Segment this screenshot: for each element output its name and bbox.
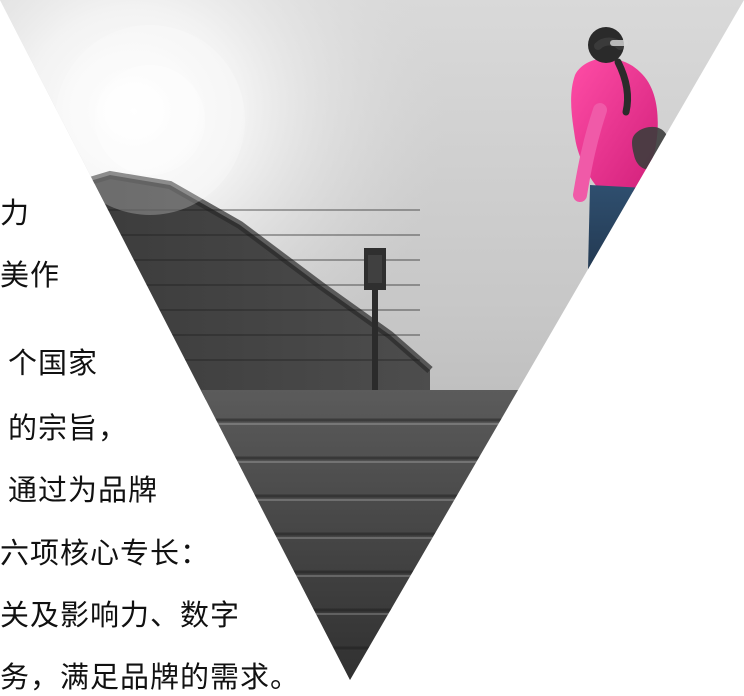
page: 力 美作 个国家 的宗旨， 通过为品牌 六项核心专长： 关及影响力、数字 务，满… [0, 0, 744, 696]
triangle-photo [0, 0, 744, 680]
